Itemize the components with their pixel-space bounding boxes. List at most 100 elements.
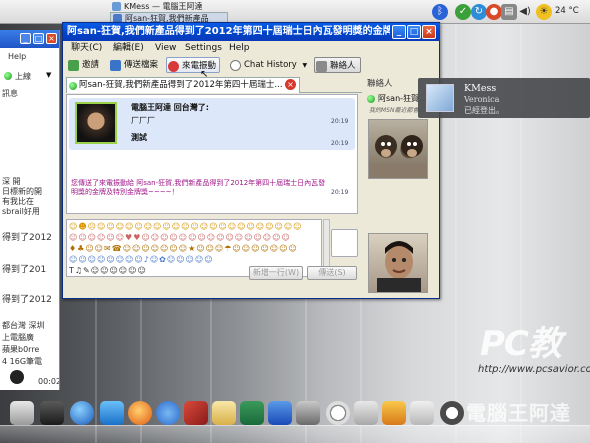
emoticon-row[interactable]: ☺☺☺☺☺☺♥♥☺☺☺☺☺☺☺☺☺☺☺☺☺☺☺☺ [69,233,319,243]
left-window-titlebar[interactable]: _ □ × [0,30,59,48]
document-icon[interactable] [240,401,264,425]
menu-help[interactable]: Help [8,52,26,61]
update-icon[interactable]: ↻ [471,4,487,20]
watermark: 電腦王阿達 [466,401,571,425]
network-icon[interactable]: ✓ [455,4,471,20]
left-text-line: 都台灣 深圳 [2,321,45,330]
message-time: 20:19 [331,140,349,147]
taskbar-item-label: KMess — 電腦王阿達 [124,2,203,11]
taskbar-item-kmess[interactable]: KMess — 電腦王阿達 [110,1,228,12]
menu-view[interactable]: View [155,41,176,55]
new-line-button[interactable]: 新增一行(W) [249,266,303,280]
dog-photo-icon [369,135,427,178]
left-text-line: sbrail好用 [2,207,40,216]
contacts-button[interactable]: 聯絡人 [314,57,361,73]
power-icon[interactable] [440,401,464,425]
network-icon[interactable] [100,401,124,425]
bluetooth-icon[interactable]: ᛒ [432,4,448,20]
chevron-down-icon: ▼ [46,71,52,79]
menu-bar: 聊天(C) 編輯(E) View Settings Help [63,41,439,55]
send-file-button[interactable]: 傳送檔案 [109,57,158,73]
menu-settings[interactable]: Settings [185,41,222,55]
my-display-picture [368,233,428,293]
chat-history-button[interactable]: Chat History ▼ [229,57,307,73]
sidebar-header: 聯絡人 [367,79,393,89]
maximize-icon[interactable]: □ [407,25,421,39]
menu-chat[interactable]: 聊天(C) [71,41,102,55]
left-window: _ □ × Help 上線 ▼ 訊息 深 開 日標新的開 有我比在 sbrail… [0,30,60,390]
messenger-icon[interactable] [156,401,180,425]
notes-icon[interactable] [212,401,236,425]
menu-edit[interactable]: 編輯(E) [113,41,144,55]
emoticon-row[interactable]: ☺☺☺☺☺☺☺☺♪☺✿☺☺☺☺☺ [69,255,319,265]
minimize-icon[interactable]: _ [392,25,406,39]
pcsavior-url: http://www.pcsavior.co [478,364,590,375]
left-text-line: 上電腦廣 [2,333,34,342]
toolbar: 邀請 傳送檔案 來電振動 Chat History ▼ 聯絡人 ↖ [63,55,439,80]
temperature-readout: 24 °C [555,6,579,16]
message-time: 20:19 [331,118,349,125]
message-block: 電腦王阿達 回台灣了: 厂厂厂 20:19 測試 20:19 [69,98,355,150]
left-text-line: 訊息 [2,89,18,98]
kmess-icon [426,84,454,112]
online-status-icon [4,72,12,80]
wallpaper-streak [455,0,457,443]
envelope-icon[interactable] [410,401,434,425]
send-file-icon [110,60,121,71]
chat-history-view[interactable]: 電腦王阿達 回台灣了: 厂厂厂 20:19 測試 20:19 您傳送了來電振動給… [66,94,358,214]
notification-popup[interactable]: KMess Veronica 已經登出。 [418,78,590,118]
terminal-icon[interactable] [40,401,64,425]
online-status-icon [69,82,77,90]
buzz-button[interactable]: 來電振動 [166,57,221,73]
minimize-icon[interactable]: _ [20,33,31,44]
tools-icon[interactable] [184,401,208,425]
person-photo-icon [377,241,421,292]
chevron-down-icon: ▼ [302,62,308,69]
close-tab-icon[interactable]: × [285,79,296,90]
clock-icon [230,60,241,71]
emoticon-row[interactable]: ♦♣☺☺✉☎☺☺☺☺☺☺☺★☺☺☺☂☺☺☺☺☺☺☺ [69,244,319,254]
avatar [75,102,117,144]
volume-icon[interactable]: ◀) [517,4,533,20]
close-icon[interactable]: × [422,25,436,39]
tab-conversation[interactable]: 阿san-狂賀,我們新產品得到了2012年第四十屆瑞士... [66,77,300,93]
weather-icon: ☀ [536,4,552,20]
send-button[interactable]: 傳送(S) [307,266,357,280]
maximize-icon[interactable]: □ [33,33,44,44]
notification-name: Veronica [464,95,500,104]
emoticon-row[interactable]: ☺☻☹☺☺☺☺☺☺☺☺☺☺☺☺☺☺☺☺☺☺☺☺☺☺ [69,222,319,232]
globe-icon[interactable] [70,401,94,425]
security-icon[interactable]: ● [486,4,502,20]
invite-button[interactable]: 邀請 [67,57,99,73]
finder-icon[interactable] [10,401,34,425]
firefox-icon[interactable] [128,401,152,425]
titlebar-buttons: _ □ × [390,23,440,41]
message-text: 測試 [131,133,147,142]
dock-shelf [0,425,590,443]
calculator-icon[interactable] [296,401,320,425]
contact-display-picture [368,119,428,179]
chat-window-titlebar[interactable]: 阿san-狂賀,我們新產品得到了2012年第四十屆瑞士日內瓦發明獎的金牌 [63,23,439,41]
left-text-line: 得到了2012 [2,233,52,243]
menu-help[interactable]: Help [229,41,250,55]
contact-status: 我的MSN最近都會... [369,107,425,114]
left-text-line: 4 16G筆電 [2,357,43,366]
monitor-icon[interactable] [268,401,292,425]
kmess-icon [112,2,121,11]
mail-icon[interactable] [354,401,378,425]
buzz-time: 20:19 [331,189,349,196]
window-title: 阿san-狂賀,我們新產品得到了2012年第四十屆瑞士日內瓦發明獎的金牌 [67,26,393,37]
close-icon[interactable]: × [46,33,57,44]
buzz-icon [168,61,179,72]
invite-icon [68,60,79,71]
folder-icon[interactable] [382,401,406,425]
message-input[interactable] [331,229,358,257]
clock-icon[interactable] [326,401,350,425]
online-status-icon [367,95,375,103]
online-status-button[interactable]: 上線 ▼ [2,68,56,84]
app-tray-icon[interactable]: ▤ [501,4,517,20]
left-timestamp: 00:02 [38,377,60,386]
left-text-line: 得到了201 [2,265,47,275]
message-sender: 電腦王阿達 回台灣了: [131,103,209,112]
wallpaper-streak [520,0,522,443]
